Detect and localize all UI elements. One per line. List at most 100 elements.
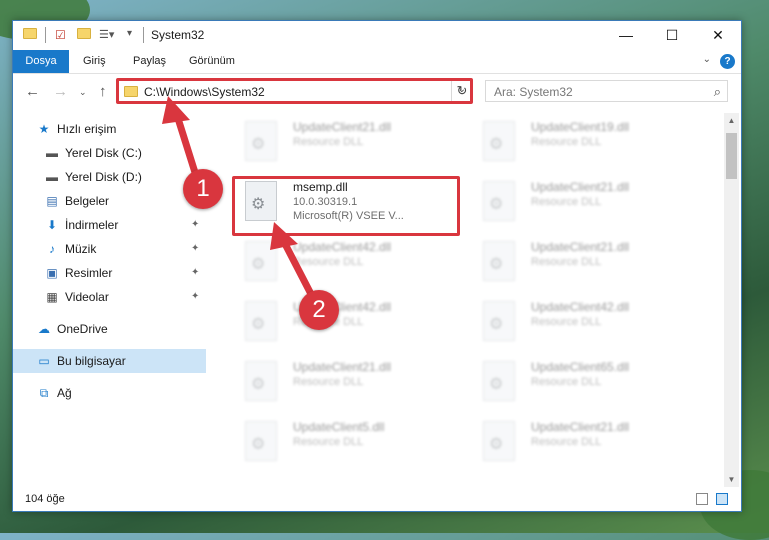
file-type: Resource DLL <box>531 196 602 208</box>
file-item[interactable]: ⚙ UpdateClient21.dll Resource DLL <box>469 415 689 467</box>
sidebar-item-label: Hızlı erişim <box>57 122 117 136</box>
cloud-icon: ☁ <box>38 322 50 336</box>
tab-dosya[interactable]: Dosya <box>13 50 69 73</box>
maximize-button[interactable]: ☐ <box>649 21 695 50</box>
file-type: Resource DLL <box>531 136 602 148</box>
sidebar-item-this-pc[interactable]: ▭ Bu bilgisayar <box>13 349 206 373</box>
sidebar-item-label: Yerel Disk (C:) <box>65 146 142 160</box>
scroll-up-icon[interactable]: ▲ <box>724 116 739 125</box>
file-item[interactable]: ⚙ UpdateClient5.dll Resource DLL <box>231 415 451 467</box>
new-folder-icon[interactable] <box>77 28 91 42</box>
file-type: Resource DLL <box>293 256 364 268</box>
dll-file-icon: ⚙ <box>483 121 515 161</box>
file-name: UpdateClient21.dll <box>531 180 630 194</box>
file-type: Resource DLL <box>531 256 602 268</box>
scroll-down-icon[interactable]: ▼ <box>724 475 739 484</box>
sidebar-item-label: Müzik <box>65 242 97 256</box>
file-item[interactable]: ⚙ UpdateClient21.dll Resource DLL <box>469 175 689 227</box>
dll-file-icon: ⚙ <box>483 421 515 461</box>
sidebar-item-documents[interactable]: ▤ Belgeler <box>13 189 206 213</box>
file-name: UpdateClient21.dll <box>293 360 392 374</box>
folder-icon[interactable] <box>23 28 37 42</box>
status-bar: 104 öğe <box>13 487 741 511</box>
sidebar-item-label: Yerel Disk (D:) <box>65 170 142 184</box>
dll-file-icon: ⚙ <box>483 241 515 281</box>
sidebar-item-label: Videolar <box>65 290 109 304</box>
pin-icon[interactable]: ✦ <box>191 237 199 261</box>
dll-file-icon: ⚙ <box>483 181 515 221</box>
sidebar-item-onedrive[interactable]: ☁ OneDrive <box>13 317 206 341</box>
dll-file-icon: ⚙ <box>245 121 277 161</box>
minimize-button[interactable]: — <box>603 21 649 50</box>
recent-locations-icon[interactable]: ⌄ <box>79 87 87 98</box>
sidebar-item-label: Resimler <box>65 266 113 280</box>
computer-icon: ▭ <box>38 354 50 368</box>
customize-toolbar-icon[interactable]: ☰▾ <box>99 28 114 42</box>
sidebar-item-pictures[interactable]: ▣ Resimler ✦ <box>13 261 206 285</box>
sidebar-item-network[interactable]: ⧉ Ağ <box>13 381 206 405</box>
up-arrow-icon[interactable]: ↑ <box>99 83 107 100</box>
file-item[interactable]: ⚙ UpdateClient42.dll Resource DLL <box>231 295 451 347</box>
large-icons-view-icon[interactable] <box>716 493 728 505</box>
details-view-icon[interactable] <box>696 493 708 505</box>
expand-ribbon-icon[interactable]: ⌄ <box>703 54 711 65</box>
close-button[interactable]: ✕ <box>695 21 741 50</box>
search-placeholder: Ara: System32 <box>494 85 573 99</box>
vertical-scrollbar[interactable]: ▲ ▼ <box>724 113 739 487</box>
sidebar-item-quick-access[interactable]: ★ Hızlı erişim <box>13 117 206 141</box>
file-name: UpdateClient65.dll <box>531 360 630 374</box>
sidebar-item-label: Bu bilgisayar <box>57 354 126 368</box>
back-arrow-icon[interactable]: ← <box>25 83 40 100</box>
file-type: Resource DLL <box>293 136 364 148</box>
dll-file-icon: ⚙ <box>245 361 277 401</box>
file-name: UpdateClient21.dll <box>531 240 630 254</box>
file-item[interactable]: ⚙ UpdateClient21.dll Resource DLL <box>231 355 451 407</box>
item-count: 104 öğe <box>25 493 65 505</box>
file-highlight-box <box>232 176 460 236</box>
dll-file-icon: ⚙ <box>245 421 277 461</box>
sidebar-item-drive-d[interactable]: ▬ Yerel Disk (D:) <box>13 165 206 189</box>
file-item[interactable]: ⚙ UpdateClient42.dll Resource DLL <box>469 295 689 347</box>
help-icon[interactable]: ? <box>720 54 735 69</box>
documents-icon: ▤ <box>46 194 58 208</box>
pictures-icon: ▣ <box>46 266 58 280</box>
drive-icon: ▬ <box>46 170 58 184</box>
properties-icon[interactable]: ☑ <box>55 28 69 42</box>
window-title: System32 <box>151 28 205 42</box>
search-icon[interactable]: ⌕ <box>714 84 721 100</box>
explorer-window: ☑ ☰▾ ▾ System32 — ☐ ✕ Dosya Giriş Paylaş… <box>12 20 742 512</box>
ribbon-tabs: Dosya Giriş Paylaş Görünüm ⌄ ? <box>13 50 741 74</box>
search-input[interactable]: Ara: System32 ⌕ <box>485 80 728 102</box>
sidebar-item-label: OneDrive <box>57 322 108 336</box>
dll-file-icon: ⚙ <box>245 301 277 341</box>
scroll-thumb[interactable] <box>726 133 737 179</box>
file-name: UpdateClient42.dll <box>293 240 392 254</box>
file-name: UpdateClient42.dll <box>531 300 630 314</box>
sidebar-item-music[interactable]: ♪ Müzik ✦ <box>13 237 206 261</box>
chevron-down-icon[interactable]: ▾ <box>127 28 141 42</box>
dll-file-icon: ⚙ <box>483 361 515 401</box>
file-type: Resource DLL <box>293 376 364 388</box>
pin-icon[interactable]: ✦ <box>191 213 199 237</box>
file-item[interactable]: ⚙ UpdateClient21.dll Resource DLL <box>469 235 689 287</box>
file-item[interactable]: ⚙ UpdateClient65.dll Resource DLL <box>469 355 689 407</box>
sidebar-item-drive-c[interactable]: ▬ Yerel Disk (C:) <box>13 141 206 165</box>
tab-giris[interactable]: Giriş <box>73 50 116 73</box>
tab-gorunum[interactable]: Görünüm <box>179 50 245 73</box>
video-icon: ▦ <box>46 290 58 304</box>
drive-icon: ▬ <box>46 146 58 160</box>
tab-paylas[interactable]: Paylaş <box>123 50 176 73</box>
file-type: Resource DLL <box>531 316 602 328</box>
pin-icon[interactable]: ✦ <box>191 261 199 285</box>
step-badge-1: 1 <box>183 169 223 209</box>
pin-icon[interactable]: ✦ <box>191 285 199 309</box>
file-item[interactable]: ⚙ UpdateClient21.dll Resource DLL <box>231 115 451 167</box>
file-name: UpdateClient19.dll <box>531 120 630 134</box>
address-highlight-box <box>116 78 473 104</box>
sidebar-item-downloads[interactable]: ⬇ İndirmeler ✦ <box>13 213 206 237</box>
forward-arrow-icon[interactable]: → <box>53 83 68 100</box>
step-badge-2: 2 <box>299 290 339 330</box>
sidebar-item-videos[interactable]: ▦ Videolar ✦ <box>13 285 206 309</box>
file-item[interactable]: ⚙ UpdateClient19.dll Resource DLL <box>469 115 689 167</box>
file-item[interactable]: ⚙ UpdateClient42.dll Resource DLL <box>231 235 451 287</box>
